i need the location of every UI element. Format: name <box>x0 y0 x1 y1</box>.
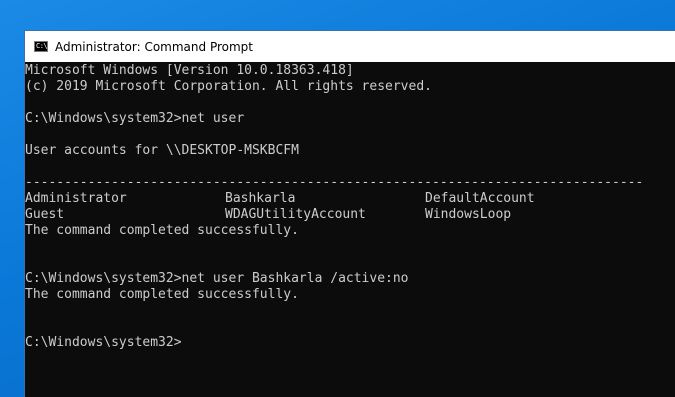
account-name: Guest <box>25 207 65 222</box>
command-line-net-user: C:\Windows\system32>net user <box>25 111 245 126</box>
account-name: Bashkarla <box>225 191 296 206</box>
completed-message: The command completed successfully. <box>25 287 299 302</box>
version-line: Microsoft Windows [Version 10.0.18363.41… <box>25 63 354 78</box>
accounts-row: Administrator Bashkarla DefaultAccount <box>25 191 675 207</box>
completed-message: The command completed successfully. <box>25 223 299 238</box>
cmd-icon-glyph: C:\ <box>36 42 48 50</box>
current-prompt[interactable]: C:\Windows\system32> <box>25 335 675 351</box>
separator-line: ----------------------------------------… <box>25 175 644 190</box>
window-title: Administrator: Command Prompt <box>55 39 253 54</box>
copyright-line: (c) 2019 Microsoft Corporation. All righ… <box>25 79 432 94</box>
account-name: DefaultAccount <box>425 191 535 206</box>
accounts-header: User accounts for \\DESKTOP-MSKBCFM <box>25 143 299 158</box>
cmd-icon[interactable]: C:\ <box>34 41 48 52</box>
title-bar[interactable]: C:\ Administrator: Command Prompt <box>25 31 675 62</box>
command-prompt-window[interactable]: C:\ Administrator: Command Prompt Micros… <box>24 30 675 397</box>
account-name: WDAGUtilityAccount <box>225 207 366 222</box>
account-name: WindowsLoop <box>425 207 512 222</box>
accounts-row: Guest WDAGUtilityAccount WindowsLoop <box>25 207 675 223</box>
account-name: Administrator <box>25 191 127 206</box>
command-line-deactivate: C:\Windows\system32>net user Bashkarla /… <box>25 271 409 286</box>
console-output[interactable]: Microsoft Windows [Version 10.0.18363.41… <box>25 62 675 397</box>
